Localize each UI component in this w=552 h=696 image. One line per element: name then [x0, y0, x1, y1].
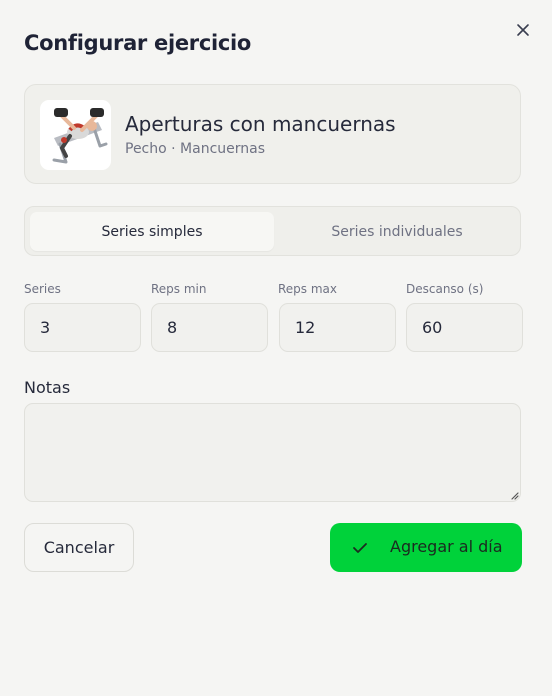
exercise-thumbnail	[40, 100, 111, 170]
rest-label: Descanso (s)	[406, 282, 484, 296]
exercise-card: Aperturas con mancuernas Pecho · Mancuer…	[24, 84, 521, 184]
reps-max-label: Reps max	[278, 282, 338, 296]
series-label: Series	[24, 282, 61, 296]
configure-exercise-dialog: Configurar ejercicio Aperturas con mancu…	[0, 0, 552, 696]
close-icon	[517, 24, 529, 36]
cancel-button[interactable]: Cancelar	[24, 523, 134, 572]
notes-textarea[interactable]	[24, 403, 521, 502]
tab-series-individuales[interactable]: Series individuales	[275, 212, 519, 251]
check-icon	[353, 543, 367, 553]
add-to-day-label: Agregar al día	[390, 537, 503, 556]
reps-min-label: Reps min	[151, 282, 207, 296]
rest-input[interactable]: 60	[406, 303, 523, 352]
reps-min-input[interactable]: 8	[151, 303, 268, 352]
exercise-meta: Pecho · Mancuernas	[125, 141, 266, 157]
set-type-tabs: Series simples Series individuales	[24, 206, 521, 256]
dialog-title: Configurar ejercicio	[24, 31, 252, 55]
add-to-day-button[interactable]: Agregar al día	[330, 523, 522, 572]
close-button[interactable]	[512, 19, 534, 41]
exercise-name: Aperturas con mancuernas	[125, 112, 396, 136]
reps-max-input[interactable]: 12	[279, 303, 396, 352]
notes-label: Notas	[24, 378, 71, 397]
series-input[interactable]: 3	[24, 303, 141, 352]
tab-series-simples[interactable]: Series simples	[30, 212, 274, 251]
resize-handle-icon[interactable]	[509, 490, 519, 500]
